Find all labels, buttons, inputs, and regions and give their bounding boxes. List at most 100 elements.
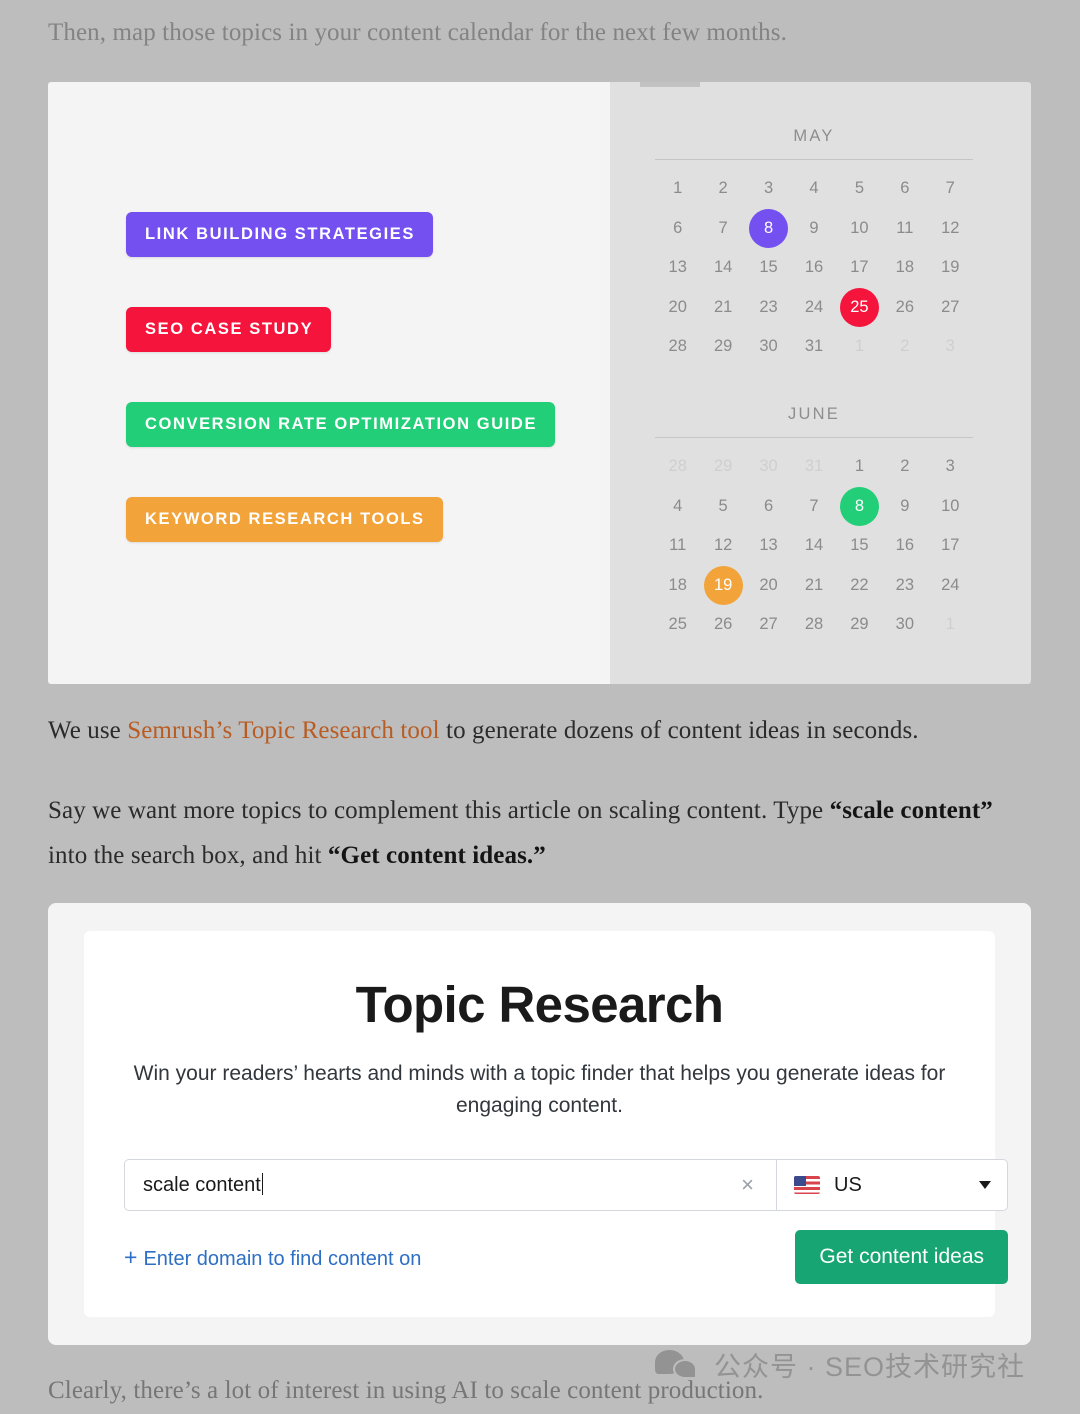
calendar-day[interactable]: 3 xyxy=(928,447,973,487)
topic-tag-link-building[interactable]: LINK BUILDING STRATEGIES xyxy=(126,212,434,257)
calendar-day[interactable]: 14 xyxy=(791,526,836,566)
calendar-day[interactable]: 8 xyxy=(837,486,882,527)
calendar-day[interactable]: 1 xyxy=(928,605,973,645)
calendar-day[interactable]: 7 xyxy=(791,487,836,527)
calendar-day[interactable]: 4 xyxy=(655,487,700,527)
topic-research-card: Topic Research Win your readers’ hearts … xyxy=(48,903,1031,1345)
calendar-day[interactable]: 26 xyxy=(882,288,927,328)
calendar-day[interactable]: 25 xyxy=(837,287,882,328)
calendar-day[interactable]: 6 xyxy=(882,169,927,209)
calendar-day[interactable]: 21 xyxy=(700,288,745,328)
calendar-day[interactable]: 20 xyxy=(746,566,791,606)
calendar-day[interactable]: 4 xyxy=(791,169,836,209)
paragraph-text-pre: We use xyxy=(48,717,128,744)
calendar-day[interactable]: 25 xyxy=(655,605,700,645)
instructions-paragraph: Say we want more topics to complement th… xyxy=(48,788,1008,878)
calendar-day[interactable]: 29 xyxy=(700,447,745,487)
calendar-day[interactable]: 16 xyxy=(882,526,927,566)
calendar-day[interactable]: 29 xyxy=(837,605,882,645)
calendar-june: JUNE 28 29 30 31 1 2 3 4 5 6 7 8 9 10 11 12 13 14 15 16 17 18… xyxy=(655,405,973,645)
calendar-day[interactable]: 24 xyxy=(928,566,973,606)
calendar-day[interactable]: 23 xyxy=(746,288,791,328)
calendar-day[interactable]: 17 xyxy=(928,526,973,566)
calendar-day[interactable]: 11 xyxy=(882,209,927,249)
calendar-day[interactable]: 20 xyxy=(655,288,700,328)
calendar-day[interactable]: 27 xyxy=(928,288,973,328)
divider xyxy=(655,437,973,438)
calendar-month-label: JUNE xyxy=(788,405,840,423)
calendar-day[interactable]: 10 xyxy=(837,209,882,249)
calendar-day[interactable]: 16 xyxy=(791,248,836,288)
calendar-day[interactable]: 28 xyxy=(655,447,700,487)
closing-paragraph: Clearly, there’s a lot of interest in us… xyxy=(48,1372,1038,1411)
calendar-day[interactable]: 18 xyxy=(655,566,700,606)
calendar-day[interactable]: 26 xyxy=(700,605,745,645)
calendar-day[interactable]: 27 xyxy=(746,605,791,645)
topic-tag-keyword-research[interactable]: KEYWORD RESEARCH TOOLS xyxy=(126,497,443,542)
calendar-day[interactable]: 31 xyxy=(791,327,836,367)
quoted-button-name: “Get content ideas.” xyxy=(327,842,546,869)
calendar-day[interactable]: 30 xyxy=(746,447,791,487)
calendar-day[interactable]: 7 xyxy=(700,209,745,249)
calendar-day[interactable]: 15 xyxy=(837,526,882,566)
calendar-day[interactable]: 7 xyxy=(928,169,973,209)
calendar-day[interactable]: 8 xyxy=(746,208,791,249)
calendar-day[interactable]: 1 xyxy=(655,169,700,209)
list-item: CONVERSION RATE OPTIMIZATION GUIDE xyxy=(126,402,556,447)
semrush-paragraph: We use Semrush’s Topic Research tool to … xyxy=(48,712,1038,751)
calendar-day[interactable]: 2 xyxy=(882,447,927,487)
calendar-day[interactable]: 23 xyxy=(882,566,927,606)
calendar-day[interactable]: 6 xyxy=(655,209,700,249)
plus-icon: + xyxy=(124,1243,138,1270)
page-subtitle: Win your readers’ hearts and minds with … xyxy=(133,1062,946,1117)
calendar-day[interactable]: 28 xyxy=(791,605,836,645)
calendar-day-highlight: 25 xyxy=(839,287,879,327)
calendar-day[interactable]: 1 xyxy=(837,447,882,487)
calendar-day[interactable]: 9 xyxy=(882,487,927,527)
calendar-day[interactable]: 13 xyxy=(746,526,791,566)
calendar-day[interactable]: 12 xyxy=(928,209,973,249)
semrush-topic-research-link[interactable]: Semrush’s Topic Research tool xyxy=(127,717,439,744)
calendar-day[interactable]: 22 xyxy=(837,566,882,606)
get-content-ideas-button[interactable]: Get content ideas xyxy=(795,1230,1008,1284)
calendar-day[interactable]: 3 xyxy=(928,327,973,367)
calendar-day[interactable]: 18 xyxy=(882,248,927,288)
calendar-day[interactable]: 19 xyxy=(928,248,973,288)
calendar-day[interactable]: 5 xyxy=(837,169,882,209)
calendar-day[interactable]: 2 xyxy=(882,327,927,367)
calendar-day[interactable]: 30 xyxy=(746,327,791,367)
calendar-day[interactable]: 30 xyxy=(882,605,927,645)
calendar-day[interactable]: 21 xyxy=(791,566,836,606)
calendar-day[interactable]: 13 xyxy=(655,248,700,288)
calendar-day-highlight: 8 xyxy=(749,208,789,248)
calendar-day[interactable]: 9 xyxy=(791,209,836,249)
calendar-day[interactable]: 10 xyxy=(928,487,973,527)
calendar-day[interactable]: 1 xyxy=(837,327,882,367)
calendar-day[interactable]: 5 xyxy=(700,487,745,527)
search-input-value: scale content xyxy=(143,1173,735,1197)
calendar-day[interactable]: 12 xyxy=(700,526,745,566)
calendar-day[interactable]: 11 xyxy=(655,526,700,566)
calendar-day[interactable]: 29 xyxy=(700,327,745,367)
calendar-day[interactable]: 31 xyxy=(791,447,836,487)
clear-icon[interactable]: × xyxy=(735,1174,760,1196)
topic-tag-seo-case-study[interactable]: SEO CASE STUDY xyxy=(126,307,332,352)
calendar-day[interactable]: 28 xyxy=(655,327,700,367)
calendar-day[interactable]: 17 xyxy=(837,248,882,288)
calendar-day[interactable]: 6 xyxy=(746,487,791,527)
calendar-day[interactable]: 2 xyxy=(700,169,745,209)
calendar-day[interactable]: 14 xyxy=(700,248,745,288)
quoted-query: “scale content” xyxy=(829,797,993,824)
country-select[interactable]: US xyxy=(776,1159,1008,1211)
calendar-day[interactable]: 3 xyxy=(746,169,791,209)
divider xyxy=(655,159,973,160)
calendar-day[interactable]: 19 xyxy=(700,565,745,606)
topic-tag-cro-guide[interactable]: CONVERSION RATE OPTIMIZATION GUIDE xyxy=(126,402,556,447)
calendar-day-highlight: 8 xyxy=(839,486,879,526)
calendar-day[interactable]: 24 xyxy=(791,288,836,328)
search-input[interactable]: scale content × xyxy=(124,1159,776,1211)
topic-tags-panel: LINK BUILDING STRATEGIES SEO CASE STUDY … xyxy=(48,82,610,684)
calendar-day[interactable]: 15 xyxy=(746,248,791,288)
add-domain-link[interactable]: + Enter domain to find content on xyxy=(124,1244,421,1271)
calendar-month-label: MAY xyxy=(793,127,835,145)
